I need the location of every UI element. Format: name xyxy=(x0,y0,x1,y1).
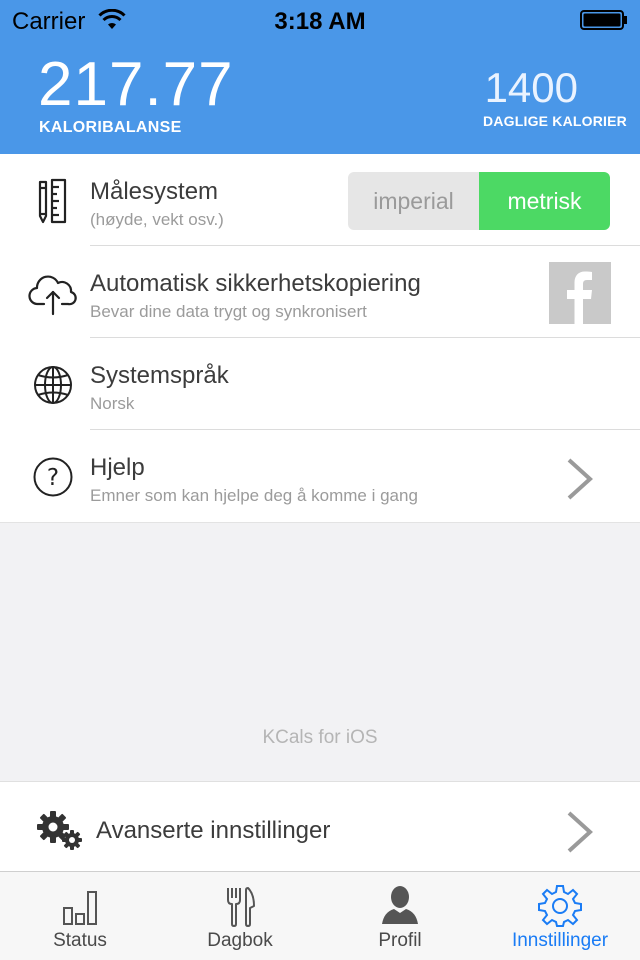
facebook-icon xyxy=(567,271,592,324)
tab-diary[interactable]: Dagbok xyxy=(160,872,320,960)
list-bottom-divider xyxy=(0,522,640,523)
status-bar: Carrier 3:18 AM xyxy=(0,0,640,40)
clock: 3:18 AM xyxy=(274,8,366,35)
chevron-right-icon xyxy=(567,811,593,853)
settings-row-title: Målesystem xyxy=(90,178,219,205)
gears-icon xyxy=(37,811,82,850)
imperial-option[interactable]: imperial xyxy=(348,172,479,230)
person-icon xyxy=(382,886,418,924)
settings-row-help[interactable]: ? Hjelp Emner som kan hjelpe deg å komme… xyxy=(0,430,640,522)
tab-status[interactable]: Status xyxy=(0,872,160,960)
settings-row-title: Hjelp xyxy=(90,454,145,481)
daily-calories-label: DAGLIGE KALORIER xyxy=(483,113,627,129)
app-version-label: KCals for iOS xyxy=(262,727,378,748)
settings-row-language[interactable]: Systemspråk Norsk xyxy=(0,338,640,430)
advanced-settings-row[interactable]: Avanserte innstillinger xyxy=(0,781,640,872)
globe-icon xyxy=(34,366,72,404)
settings-row-backup[interactable]: Automatisk sikkerhetskopiering Bevar din… xyxy=(0,246,640,338)
bar-chart-icon xyxy=(63,891,97,925)
tab-label: Innstillinger xyxy=(511,930,609,951)
settings-row-measurement[interactable]: Målesystem (høyde, vekt osv.) imperial m… xyxy=(0,154,640,246)
gear-icon xyxy=(538,885,582,927)
tab-bar: Status Dagbok Profil Innstillinger xyxy=(0,871,640,960)
calorie-balance-value: 217.77 xyxy=(38,50,234,119)
facebook-button[interactable] xyxy=(549,262,611,324)
battery-icon xyxy=(580,10,627,30)
tab-profile[interactable]: Profil xyxy=(320,872,480,960)
tab-settings[interactable]: Innstillinger xyxy=(480,872,640,960)
fork-knife-icon xyxy=(227,887,255,927)
settings-row-subtitle: Bevar dine data trygt og synkronisert xyxy=(90,302,367,321)
tab-label: Status xyxy=(53,930,107,951)
settings-row-title: Automatisk sikkerhetskopiering xyxy=(90,270,421,297)
metric-option[interactable]: metrisk xyxy=(479,172,610,230)
settings-row-title: Systemspråk xyxy=(90,362,229,389)
settings-row-subtitle: Emner som kan hjelpe deg å komme i gang xyxy=(90,486,418,505)
cloud-upload-icon xyxy=(28,275,77,316)
unit-system-toggle[interactable]: imperial metrisk xyxy=(348,172,610,230)
settings-row-subtitle: (høyde, vekt osv.) xyxy=(90,210,224,229)
calorie-balance-label: KALORIBALANSE xyxy=(39,119,182,136)
advanced-settings-label: Avanserte innstillinger xyxy=(96,817,331,844)
ruler-pencil-icon xyxy=(38,178,67,224)
settings-list: Målesystem (høyde, vekt osv.) imperial m… xyxy=(0,154,640,522)
tab-label: Dagbok xyxy=(207,930,273,951)
chevron-right-icon xyxy=(567,458,593,500)
settings-row-subtitle: Norsk xyxy=(90,394,135,413)
daily-calories-value: 1400 xyxy=(484,64,578,111)
svg-text:?: ? xyxy=(47,465,59,491)
question-icon: ? xyxy=(33,457,73,497)
calorie-header: Carrier 3:18 AM 217.77 KALORIBALANSE 140… xyxy=(0,0,640,154)
tab-label: Profil xyxy=(378,930,422,951)
